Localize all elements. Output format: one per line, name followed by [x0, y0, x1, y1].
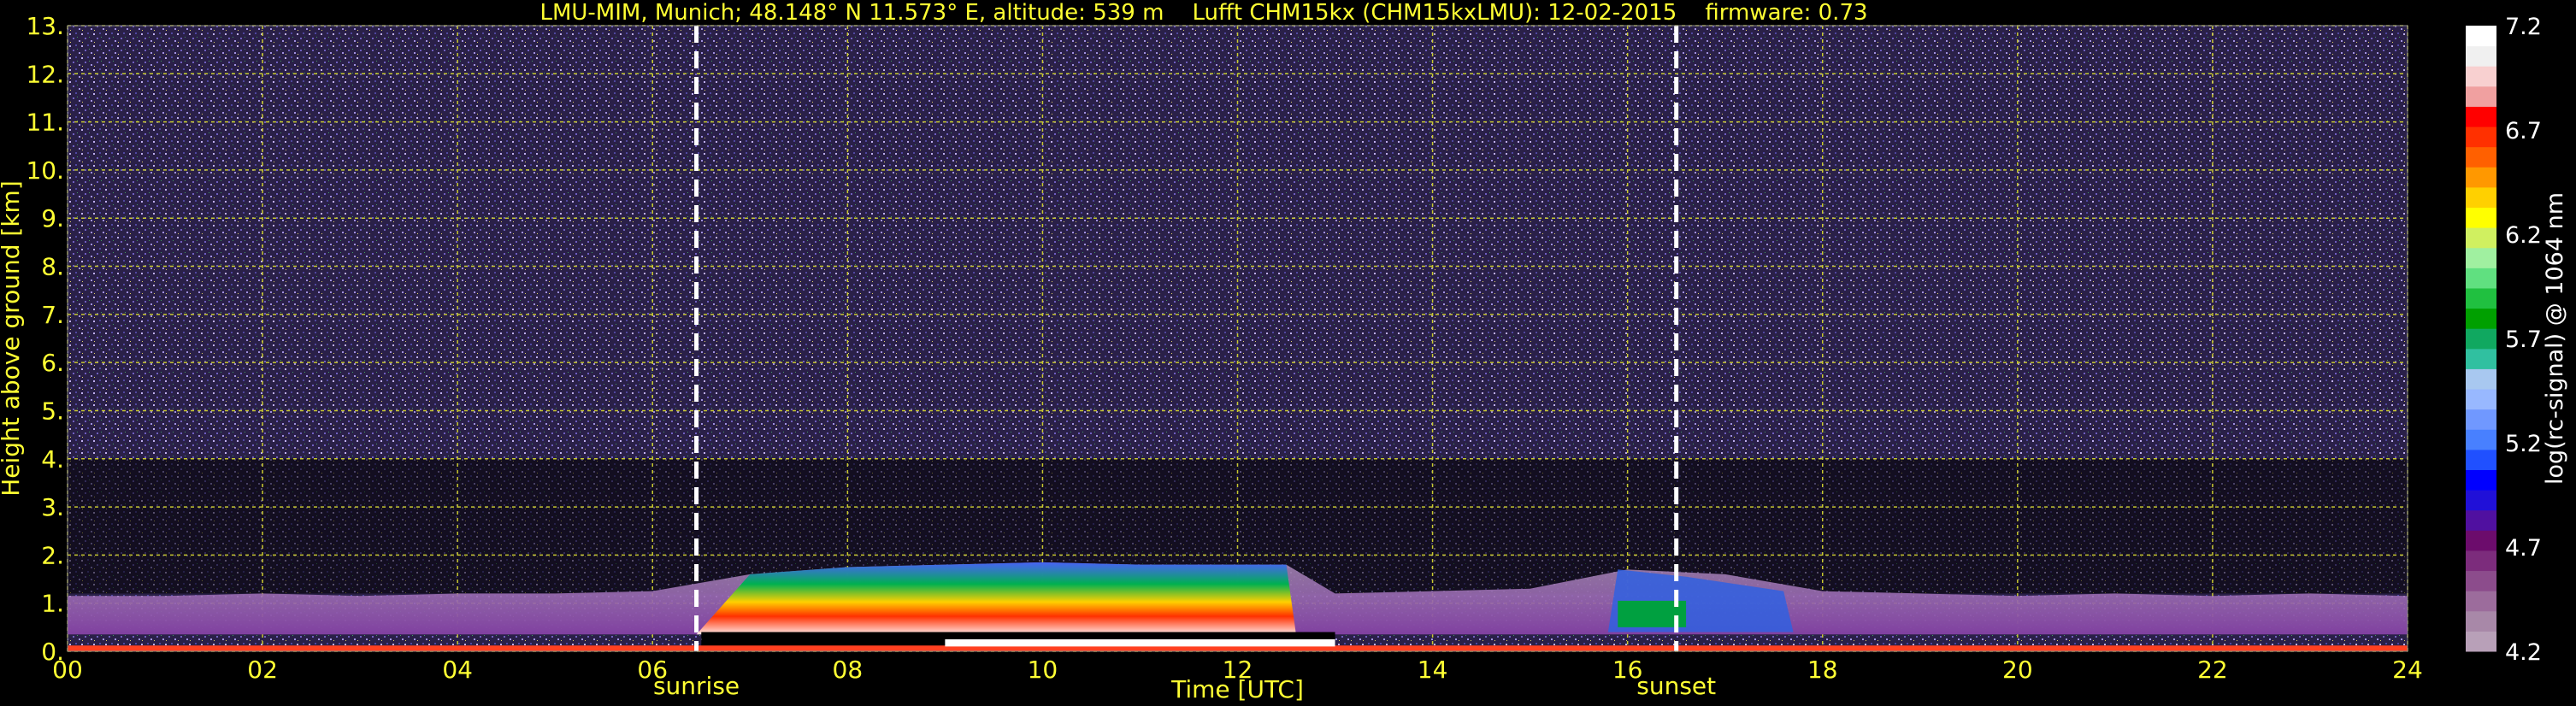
- colorbar-swatch: [2466, 85, 2496, 107]
- x-tick-label: 16: [1612, 656, 1643, 684]
- x-tick-label: 06: [637, 656, 668, 684]
- y-tick-label: 7.: [41, 301, 64, 329]
- y-tick-label: 13.: [26, 12, 64, 40]
- x-tick-label: 02: [247, 656, 278, 684]
- x-tick-label: 10: [1028, 656, 1058, 684]
- y-tick-label: 3.: [41, 493, 64, 521]
- colorbar-swatch: [2466, 469, 2496, 491]
- colorbar-swatch: [2466, 186, 2496, 209]
- colorbar-swatch: [2466, 66, 2496, 87]
- colorbar-swatch: [2466, 509, 2496, 531]
- y-tick-label: 4.: [41, 445, 64, 474]
- colorbar-swatch: [2466, 591, 2496, 612]
- colorbar-tick-label: 6.7: [2505, 118, 2542, 144]
- colorbar-swatch: [2466, 550, 2496, 572]
- y-tick-label: 11.: [26, 109, 64, 137]
- colorbar-swatch: [2466, 207, 2496, 228]
- colorbar-swatch: [2466, 409, 2496, 430]
- y-tick-label: 12.: [26, 60, 64, 88]
- colorbar-swatch: [2466, 167, 2496, 188]
- colorbar-swatch: [2466, 126, 2496, 148]
- x-tick-label: 22: [2197, 656, 2228, 684]
- y-tick-label: 2.: [41, 541, 64, 569]
- y-tick-label: 1.: [41, 590, 64, 618]
- colorbar-swatch: [2466, 247, 2496, 268]
- colorbar-swatch: [2466, 610, 2496, 632]
- colorbar-swatch: [2466, 570, 2496, 591]
- y-tick-label: 5.: [41, 397, 64, 425]
- colorbar-tick-label: 4.2: [2505, 639, 2542, 666]
- colorbar-swatch: [2466, 308, 2496, 329]
- colorbar-swatch: [2466, 348, 2496, 369]
- y-tick-label: 9.: [41, 204, 64, 232]
- ceilometer-plot: sunrise sunset00 02 04 06 08 10 12 14 16 18 20 22 24T…: [0, 12, 2568, 703]
- daytime-boundary-layer: [696, 562, 1296, 635]
- colorbar-swatch: [2466, 45, 2496, 67]
- colorbar-swatch: [2466, 328, 2496, 350]
- x-tick-label: 24: [2392, 656, 2423, 684]
- colorbar-swatch: [2466, 146, 2496, 168]
- y-tick-label: 0.: [41, 638, 64, 666]
- colorbar-tick-label: 5.7: [2505, 327, 2542, 353]
- x-tick-label: 18: [1807, 656, 1838, 684]
- colorbar-swatch: [2466, 631, 2496, 652]
- colorbar-swatch: [2466, 530, 2496, 551]
- colorbar-swatch: [2466, 26, 2496, 47]
- plot-area: [68, 26, 2408, 651]
- y-tick-label: 6.: [41, 349, 64, 377]
- colorbar-tick-label: 7.2: [2505, 14, 2542, 40]
- y-tick-label: 10.: [26, 156, 64, 185]
- colorbar-swatch: [2466, 368, 2496, 390]
- colorbar-swatch: [2466, 389, 2496, 410]
- colorbar-swatch: [2466, 429, 2496, 450]
- colorbar-tick-label: 4.7: [2505, 535, 2542, 562]
- colorbar-swatch: [2466, 227, 2496, 249]
- x-tick-label: 04: [442, 656, 473, 684]
- colorbar-tick-label: 6.2: [2505, 222, 2542, 249]
- y-tick-label: 8.: [41, 253, 64, 281]
- colorbar-swatch: [2466, 268, 2496, 289]
- colorbar: 4.2 4.7 5.2 5.7 6.2 6.7 7.2 log(rc-signal) @ 10…: [2466, 14, 2568, 666]
- sunset-label: sunset: [1636, 672, 1716, 700]
- x-tick-label: 08: [833, 656, 864, 684]
- x-tick-label: 14: [1418, 656, 1448, 684]
- colorbar-tick-label: 5.2: [2505, 431, 2542, 457]
- y-axis-label: Height above ground [km]: [0, 180, 25, 497]
- colorbar-swatch: [2466, 449, 2496, 470]
- colorbar-label: log(rc-signal) @ 1064 nm: [2542, 192, 2568, 485]
- x-tick-label: 20: [2002, 656, 2033, 684]
- colorbar-swatch: [2466, 106, 2496, 127]
- x-axis-label: Time [UTC]: [1170, 675, 1304, 703]
- colorbar-swatch: [2466, 490, 2496, 511]
- colorbar-swatch: [2466, 287, 2496, 309]
- surface-bright-return: [945, 638, 1335, 647]
